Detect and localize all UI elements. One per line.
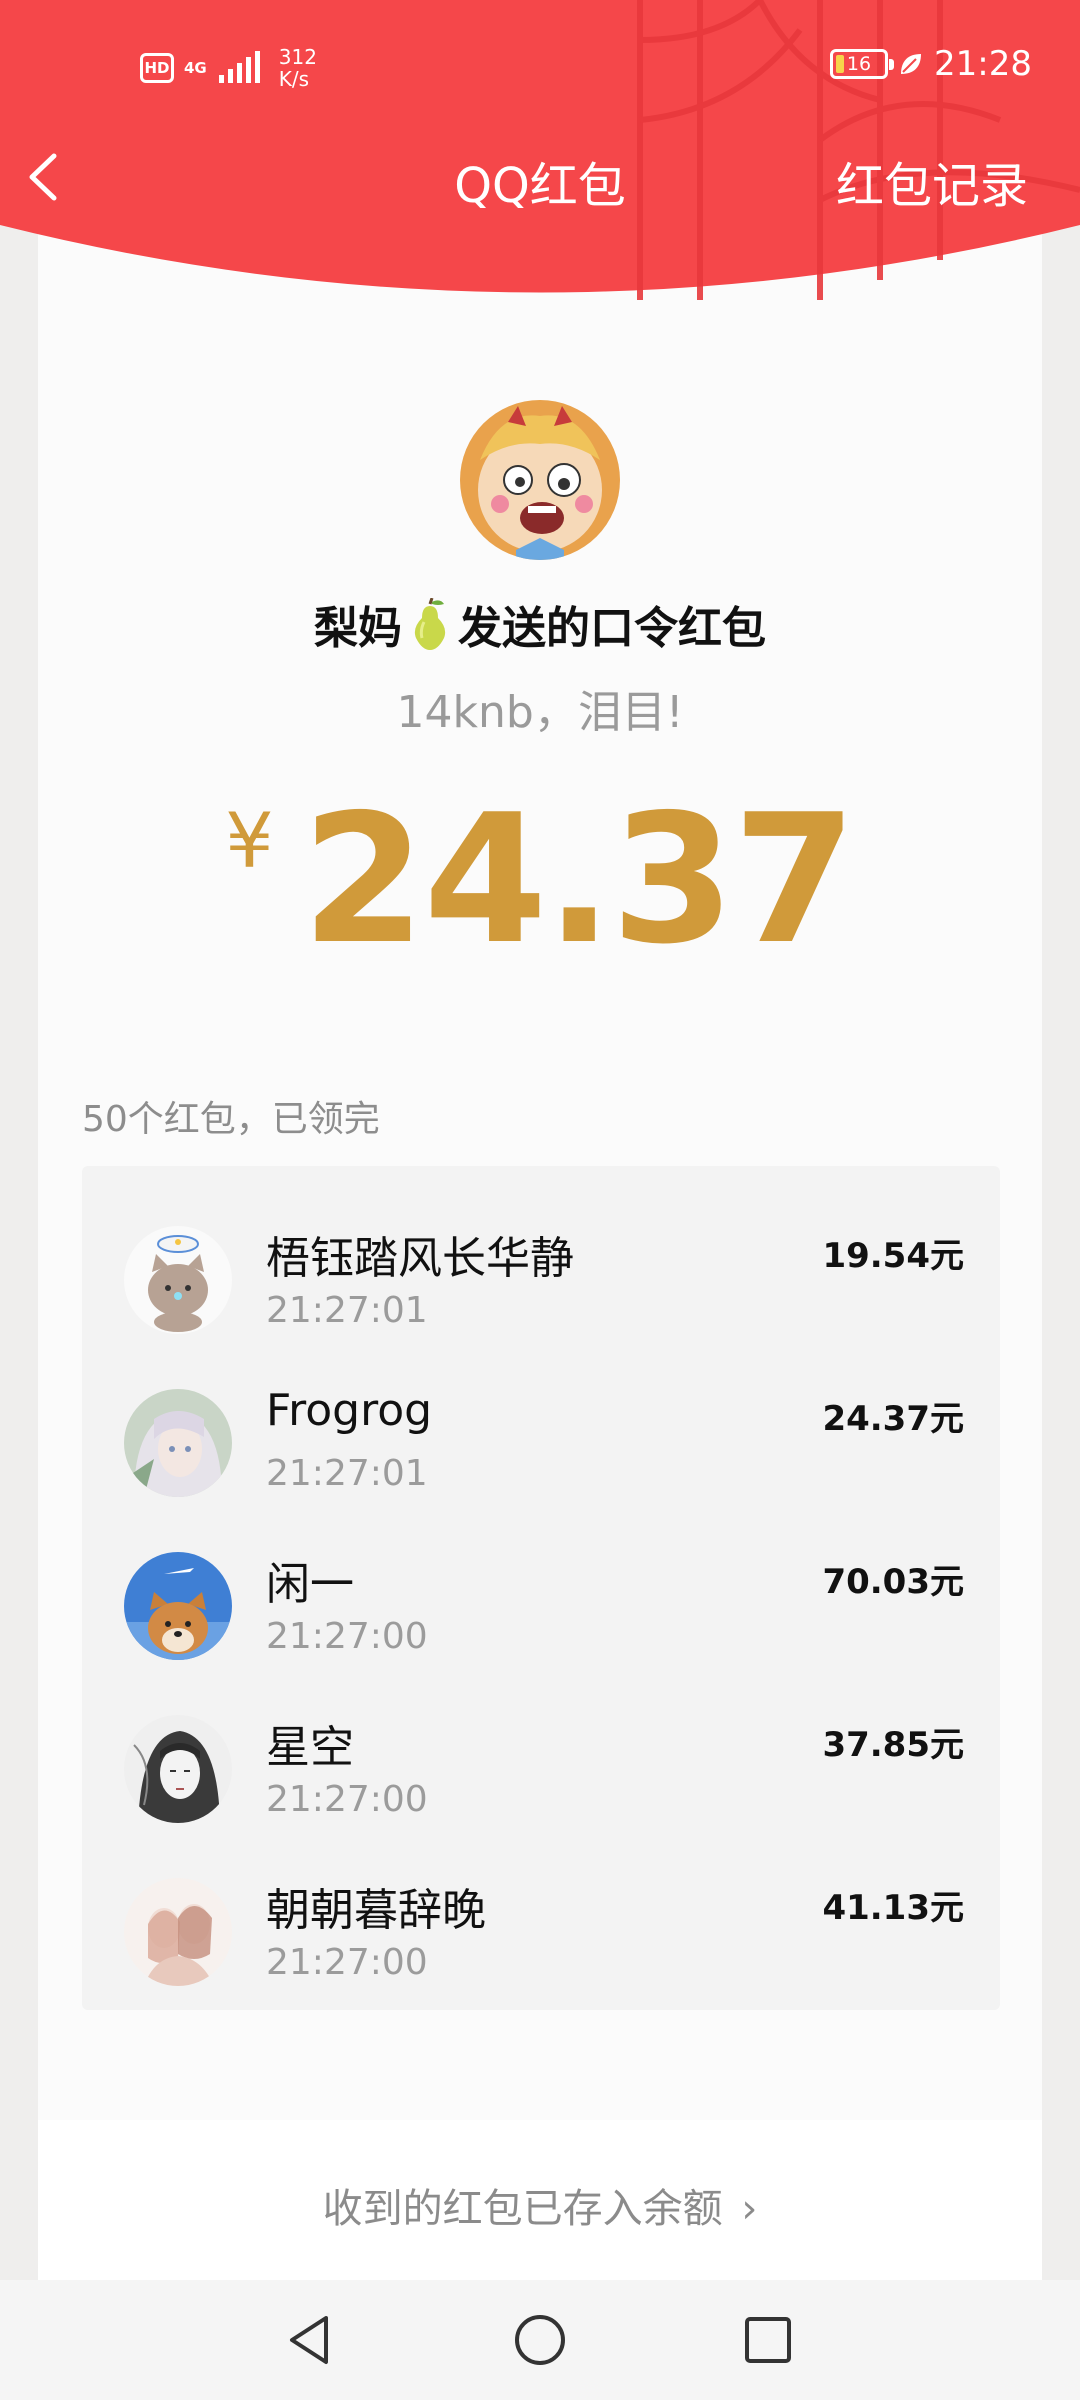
cat-avatar-image xyxy=(124,1226,232,1334)
status-bar: HD 4G 312 K/s 16 21:28 xyxy=(0,40,1080,100)
speed-unit: K/s xyxy=(278,67,310,91)
leaf-icon xyxy=(901,54,922,74)
record-name: 闲一 xyxy=(266,1559,354,1610)
battery-icon: 16 xyxy=(830,49,895,79)
network-indicator: 4G xyxy=(184,59,207,77)
back-button[interactable] xyxy=(18,148,68,206)
packet-summary: 50个红包，已领完 xyxy=(82,1099,380,1140)
record-time: 21:27:00 xyxy=(266,1779,428,1820)
sender-name: 梨妈 xyxy=(314,603,402,654)
user-avatar xyxy=(124,1552,232,1660)
record-name: 星空 xyxy=(266,1722,354,1773)
sender-avatar[interactable] xyxy=(460,400,620,560)
network-type: 4G xyxy=(184,59,207,77)
amount-display: ¥24.37 xyxy=(0,790,1080,970)
user-avatar xyxy=(124,1715,232,1823)
balance-link-text: 收到的红包已存入余额 xyxy=(322,2186,723,2232)
hd-badge: HD xyxy=(140,53,174,83)
recents-square-icon[interactable] xyxy=(732,2304,804,2376)
ink-portrait-avatar-image xyxy=(124,1715,232,1823)
record-time: 21:27:01 xyxy=(266,1453,428,1494)
shiba-avatar-image xyxy=(124,1552,232,1660)
home-circle-icon[interactable] xyxy=(504,2304,576,2376)
status-left: HD 4G 312 K/s xyxy=(140,46,317,90)
sender-line: 梨妈 发送的口令红包 xyxy=(0,592,1080,656)
record-time: 21:27:00 xyxy=(266,1942,428,1983)
record-name: Frogrog xyxy=(266,1385,433,1436)
record-time: 21:27:01 xyxy=(266,1290,428,1331)
record-amount: 41.13元 xyxy=(822,1888,964,1928)
back-triangle-icon[interactable] xyxy=(274,2304,346,2376)
record-amount: 70.03元 xyxy=(822,1562,964,1602)
currency-symbol: ¥ xyxy=(225,796,274,885)
speed-value: 312 xyxy=(278,45,317,69)
record-amount: 19.54元 xyxy=(822,1236,964,1276)
battery-percent: 16 xyxy=(846,53,872,75)
packet-message: 14knb，泪目! xyxy=(396,687,684,738)
user-avatar xyxy=(124,1878,232,1986)
record-row[interactable]: 梧钰踏风长华静 21:27:01 19.54元 xyxy=(82,1166,1000,1334)
couple-sketch-avatar-image xyxy=(124,1878,232,1986)
cartoon-avatar-image xyxy=(460,400,620,560)
anime-girl-avatar-image xyxy=(124,1389,232,1497)
balance-link[interactable]: 收到的红包已存入余额 › xyxy=(0,2176,1080,2234)
record-row[interactable]: 闲一 21:27:00 70.03元 xyxy=(82,1492,1000,1660)
record-amount: 24.37元 xyxy=(822,1399,964,1439)
clock: 21:28 xyxy=(934,44,1032,84)
signal-icon xyxy=(218,51,260,83)
record-time: 21:27:00 xyxy=(266,1616,428,1657)
record-row[interactable]: 朝朝暮辞晚 21:27:00 41.13元 xyxy=(82,1818,1000,1986)
pear-icon xyxy=(414,598,446,650)
chevron-right-icon: › xyxy=(741,2186,758,2232)
system-nav-bar xyxy=(0,2280,1080,2400)
record-row[interactable]: Frogrog 21:27:01 24.37元 xyxy=(82,1329,1000,1497)
record-name: 朝朝暮辞晚 xyxy=(266,1885,486,1936)
records-list: 梧钰踏风长华静 21:27:01 19.54元 Frogrog 21:27:01… xyxy=(82,1166,1000,2010)
received-amount: 24.37 xyxy=(301,776,857,983)
red-packet-records-link[interactable]: 红包记录 xyxy=(836,146,1028,216)
chevron-left-icon xyxy=(29,153,57,201)
status-right: 16 21:28 xyxy=(830,44,1032,84)
record-row[interactable]: 星空 21:27:00 37.85元 xyxy=(82,1655,1000,1823)
record-name: 梧钰踏风长华静 xyxy=(266,1233,574,1284)
user-avatar xyxy=(124,1226,232,1334)
network-speed: 312 K/s xyxy=(279,46,317,90)
battery-level xyxy=(836,55,845,73)
record-amount: 37.85元 xyxy=(822,1725,964,1765)
sender-suffix: 发送的口令红包 xyxy=(458,603,766,654)
user-avatar xyxy=(124,1389,232,1497)
